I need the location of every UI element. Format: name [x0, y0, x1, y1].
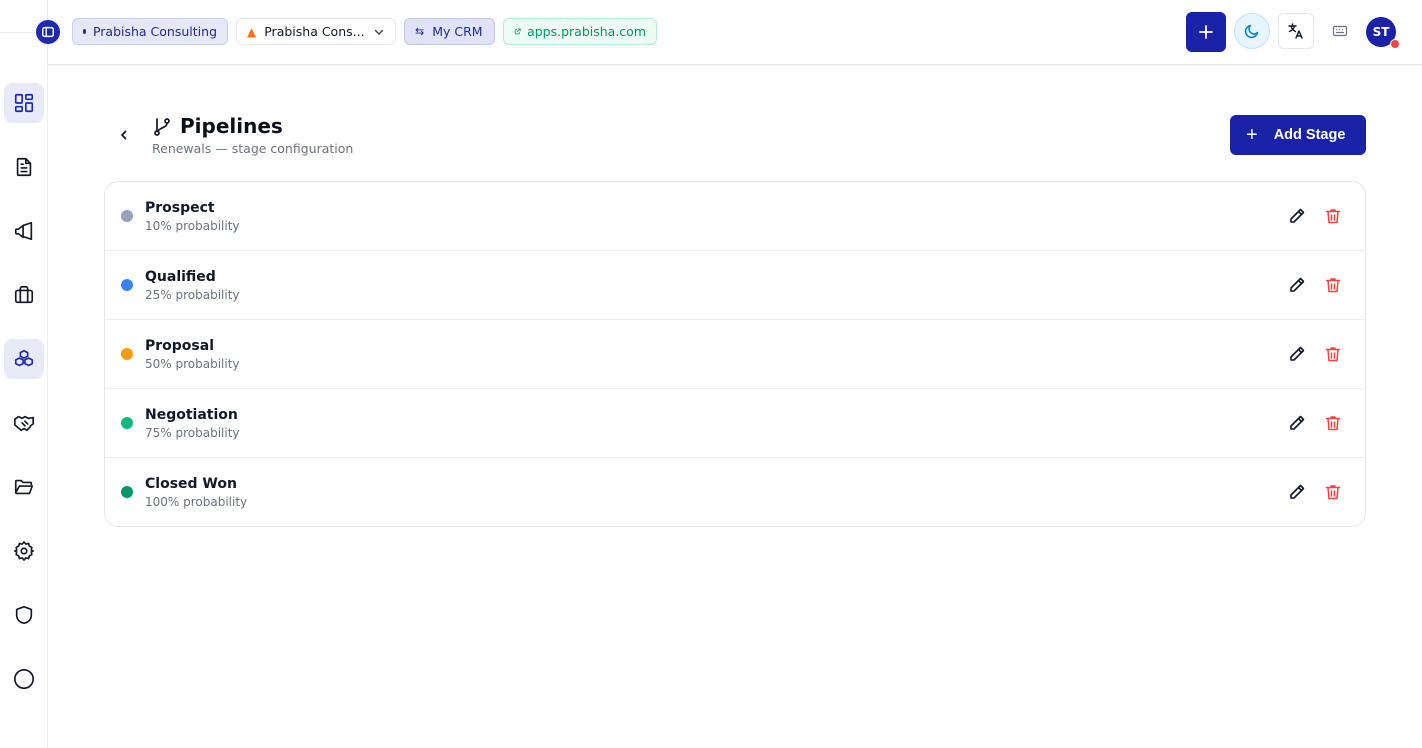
rocket-icon: ▲ [247, 24, 257, 39]
stage-row-prospect: Prospect 10% probability [105, 182, 1365, 251]
top-header: Prabisha Consulting ▲ Prabisha Cons... ⇆… [36, 0, 1422, 65]
sidebar-item-pipelines[interactable] [4, 339, 44, 379]
swap-icon: ⇆ [415, 25, 425, 38]
avatar-initials: ST [1372, 25, 1390, 39]
stage-probability: 25% probability [145, 288, 240, 302]
pencil-icon[interactable] [1287, 344, 1307, 364]
sidebar-item-dashboard[interactable] [4, 83, 44, 123]
theme-toggle-button[interactable] [1234, 13, 1270, 49]
sidebar [0, 0, 48, 748]
trash-icon[interactable] [1324, 414, 1342, 432]
plus-icon: + [1246, 124, 1258, 146]
gear-icon [14, 541, 34, 561]
moon-icon [1244, 24, 1259, 39]
org-select-label: Prabisha Cons... [264, 24, 365, 39]
trash-icon[interactable] [1324, 483, 1342, 501]
app-root: Prabisha Consulting ▲ Prabisha Cons... ⇆… [0, 0, 1422, 748]
add-stage-label: Add Stage [1273, 127, 1346, 143]
org-select[interactable]: ▲ Prabisha Cons... [236, 18, 396, 45]
chevron-left-icon [121, 130, 127, 140]
external-link-icon [514, 28, 521, 35]
language-button[interactable] [1278, 13, 1314, 49]
stage-row-negotiation: Negotiation 75% probability [105, 389, 1365, 458]
stage-probability: 50% probability [145, 357, 240, 371]
company-chip: Prabisha Consulting [72, 18, 228, 45]
stage-list: Prospect 10% probability Qualified 25% p… [104, 181, 1366, 527]
trash-icon[interactable] [1324, 207, 1342, 225]
stage-probability: 10% probability [145, 219, 240, 233]
circle-icon [14, 669, 34, 689]
crm-switch-chip[interactable]: ⇆ My CRM [404, 18, 495, 45]
pencil-icon[interactable] [1287, 206, 1307, 226]
pencil-icon[interactable] [1287, 482, 1307, 502]
crm-chip-label: My CRM [432, 24, 483, 39]
stage-name: Proposal [145, 338, 215, 354]
avatar-status-dot [1390, 39, 1400, 49]
shield-icon [15, 605, 33, 625]
document-icon [16, 157, 32, 177]
sidebar-toggle-button[interactable] [36, 20, 60, 44]
company-dot [83, 29, 86, 34]
panel-left-icon [42, 26, 54, 38]
stage-color-dot [121, 348, 133, 360]
stage-color-dot [121, 486, 133, 498]
add-stage-button[interactable]: + Add Stage [1230, 115, 1366, 155]
stage-probability: 75% probability [145, 426, 240, 440]
sidebar-item-files[interactable] [4, 467, 44, 507]
boxes-icon [14, 349, 34, 367]
stage-name: Closed Won [145, 476, 237, 492]
stage-color-dot [121, 417, 133, 429]
stage-color-dot [121, 210, 133, 222]
sidebar-item-campaigns[interactable] [4, 211, 44, 251]
folder-icon [14, 479, 34, 495]
plus-icon [1199, 25, 1213, 39]
dashboard-icon [14, 93, 34, 113]
company-chip-label: Prabisha Consulting [92, 24, 217, 39]
sidebar-item-documents[interactable] [4, 147, 44, 187]
chevron-down-icon [374, 29, 384, 35]
keyboard-icon [1332, 25, 1348, 37]
site-link-chip[interactable]: apps.prabisha.com [503, 18, 657, 45]
stage-row-proposal: Proposal 50% probability [105, 320, 1365, 389]
stage-name: Negotiation [145, 407, 238, 423]
briefcase-icon [14, 285, 34, 304]
translate-icon [1288, 23, 1303, 39]
back-button[interactable] [114, 124, 134, 146]
stage-row-qualified: Qualified 25% probability [105, 251, 1365, 320]
quick-add-button[interactable] [1186, 12, 1226, 52]
sidebar-item-profile[interactable] [4, 659, 44, 699]
stage-probability: 100% probability [145, 495, 248, 509]
stage-color-dot [121, 279, 133, 291]
pencil-icon[interactable] [1287, 413, 1307, 433]
stage-name: Prospect [145, 200, 215, 216]
trash-icon[interactable] [1324, 276, 1342, 294]
megaphone-icon [14, 221, 33, 241]
sidebar-item-partners[interactable] [4, 403, 44, 443]
keyboard-shortcuts-button[interactable] [1322, 13, 1358, 49]
sidebar-item-deals[interactable] [4, 275, 44, 315]
stage-name: Qualified [145, 269, 216, 285]
sidebar-item-settings[interactable] [4, 531, 44, 571]
pencil-icon[interactable] [1287, 275, 1307, 295]
page-title: Pipelines [180, 114, 283, 138]
site-link-label: apps.prabisha.com [527, 24, 646, 39]
trash-icon[interactable] [1324, 345, 1342, 363]
page-subtitle: Renewals — stage configuration [152, 141, 354, 156]
stage-row-closed-won: Closed Won 100% probability [105, 458, 1365, 526]
sidebar-item-security[interactable] [4, 595, 44, 635]
handshake-icon [14, 415, 34, 432]
git-branch-icon [154, 118, 170, 136]
